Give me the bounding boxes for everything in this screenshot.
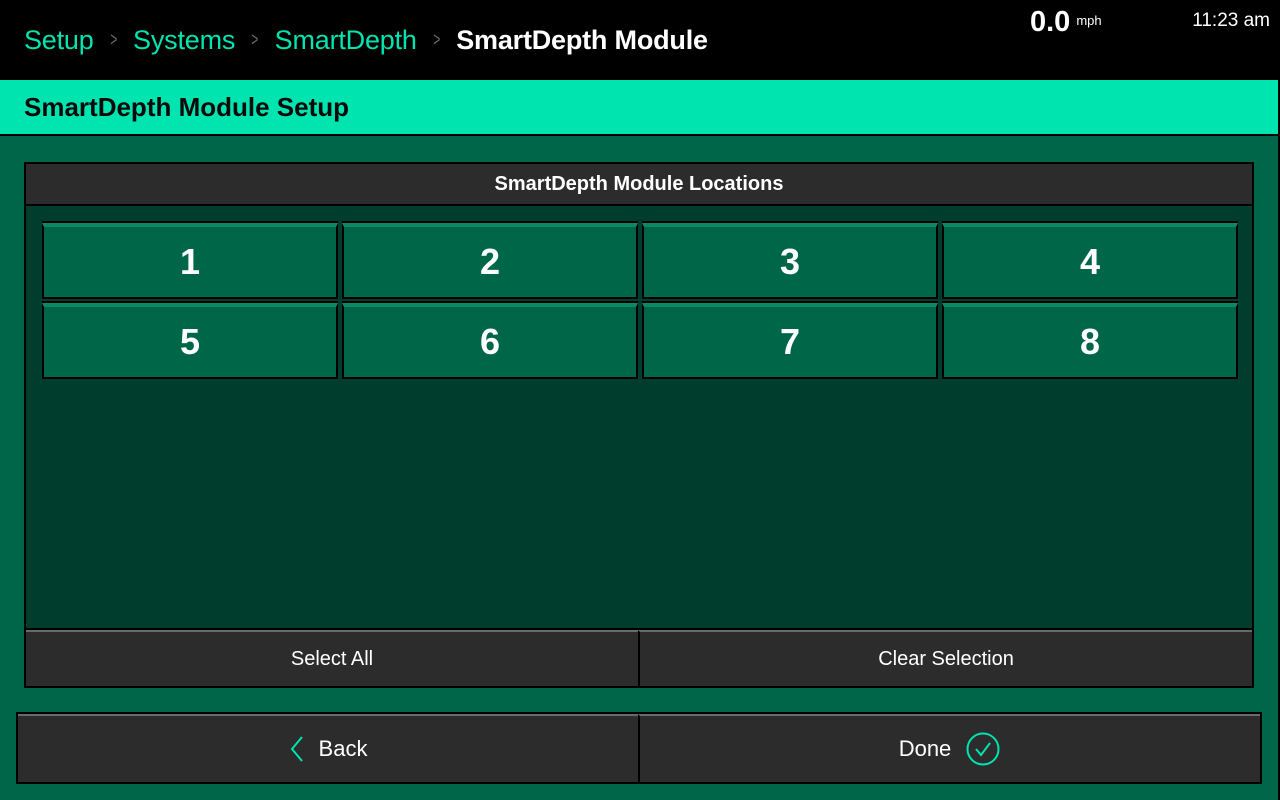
chevron-left-icon (289, 735, 305, 763)
breadcrumb-smartdepth[interactable]: SmartDepth (275, 25, 417, 56)
breadcrumb-setup[interactable]: Setup (24, 25, 94, 56)
breadcrumb-systems[interactable]: Systems (133, 25, 235, 56)
location-button-5[interactable]: 5 (42, 301, 338, 379)
panel-actions: Select All Clear Selection (26, 628, 1252, 686)
footer-nav: Back Done (16, 712, 1262, 784)
location-button-1[interactable]: 1 (42, 221, 338, 299)
location-button-4[interactable]: 4 (942, 221, 1238, 299)
clear-selection-button[interactable]: Clear Selection (638, 630, 1252, 686)
location-button-2[interactable]: 2 (342, 221, 638, 299)
done-label: Done (898, 736, 952, 761)
done-button[interactable]: Done (638, 714, 1260, 782)
location-button-7[interactable]: 7 (642, 301, 938, 379)
panel-header: SmartDepth Module Locations (26, 164, 1252, 206)
location-grid: 1 2 3 4 5 6 7 8 (42, 221, 1238, 379)
app-screen: Setup > Systems > SmartDepth > SmartDept… (0, 0, 1280, 800)
breadcrumb-current: SmartDepth Module (456, 24, 708, 55)
clock: 11:23 am (1192, 10, 1270, 31)
chevron-right-icon: > (109, 28, 117, 51)
speed-unit: mph (1076, 13, 1102, 28)
location-button-6[interactable]: 6 (342, 301, 638, 379)
speed-value: 0.0 (1030, 6, 1071, 38)
page-title: SmartDepth Module Setup (24, 92, 350, 122)
speed-readout: 0.0 mph (1030, 4, 1102, 40)
back-label: Back (318, 736, 368, 761)
check-circle-icon (965, 731, 1001, 767)
breadcrumb: Setup > Systems > SmartDepth > SmartDept… (24, 22, 708, 58)
back-button[interactable]: Back (18, 714, 638, 782)
module-locations-panel: SmartDepth Module Locations 1 2 3 4 5 6 … (24, 162, 1254, 688)
chevron-right-icon: > (251, 28, 259, 51)
location-button-8[interactable]: 8 (942, 301, 1238, 379)
top-bar: Setup > Systems > SmartDepth > SmartDept… (0, 0, 1280, 80)
select-all-button[interactable]: Select All (26, 630, 638, 686)
title-bar: SmartDepth Module Setup (0, 80, 1280, 136)
chevron-right-icon: > (433, 28, 440, 51)
location-button-3[interactable]: 3 (642, 221, 938, 299)
